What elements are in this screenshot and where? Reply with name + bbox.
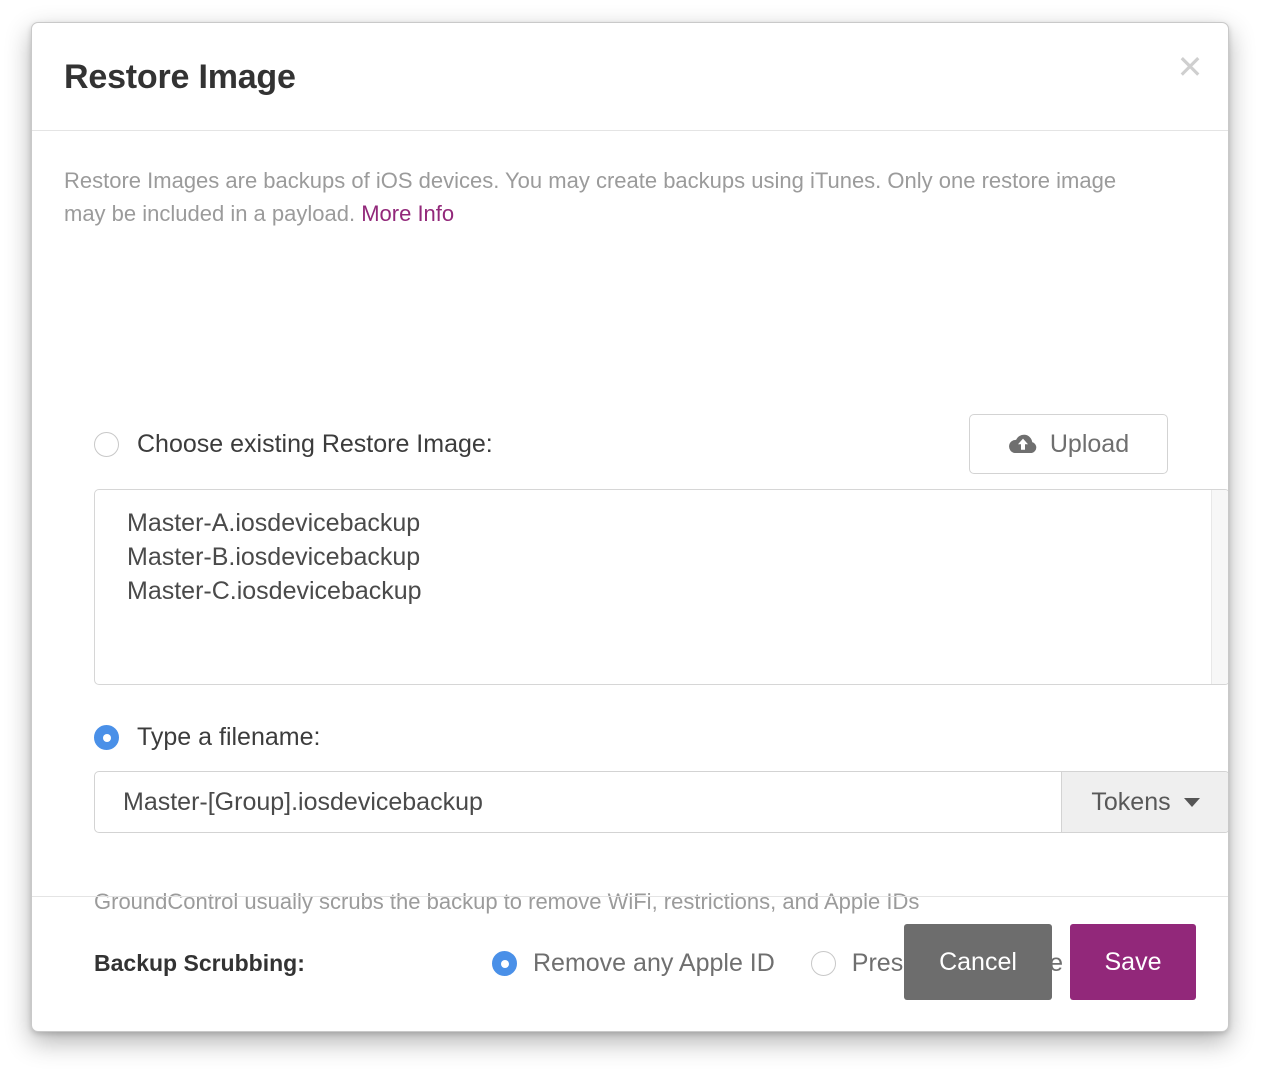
choose-existing-control[interactable]: Choose existing Restore Image: <box>94 430 493 459</box>
tokens-dropdown-button[interactable]: Tokens <box>1061 772 1228 832</box>
footer-button-group: Cancel Save <box>904 924 1196 1000</box>
radio-choose-existing[interactable] <box>94 431 119 457</box>
restore-image-listbox[interactable]: Master-A.iosdevicebackup Master-B.iosdev… <box>94 489 1228 685</box>
radio-type-filename[interactable] <box>94 725 119 750</box>
chevron-down-icon <box>1183 797 1200 807</box>
type-filename-control[interactable]: Type a filename: <box>94 723 320 752</box>
listbox-scrollbar[interactable] <box>1211 490 1228 684</box>
choose-existing-row: Choose existing Restore Image: Upload <box>94 414 1168 474</box>
upload-button[interactable]: Upload <box>969 414 1168 474</box>
list-item[interactable]: Master-A.iosdevicebackup <box>127 506 1228 540</box>
upload-button-label: Upload <box>1049 429 1130 458</box>
close-icon[interactable]: ✕ <box>1170 47 1210 87</box>
dialog-header: Restore Image ✕ <box>32 23 1228 131</box>
filename-input-group: Tokens <box>94 771 1228 833</box>
choose-existing-label: Choose existing Restore Image: <box>137 429 493 458</box>
cancel-button[interactable]: Cancel <box>904 924 1052 1000</box>
save-button[interactable]: Save <box>1070 924 1196 1000</box>
more-info-link[interactable]: More Info <box>361 201 454 226</box>
filename-input[interactable] <box>95 772 1061 832</box>
type-filename-label: Type a filename: <box>137 723 321 751</box>
intro-sentence: Restore Images are backups of iOS device… <box>64 168 1117 226</box>
dialog-footer: Cancel Save <box>32 896 1228 1031</box>
restore-image-dialog: Restore Image ✕ Restore Images are backu… <box>31 22 1229 1032</box>
intro-text: Restore Images are backups of iOS device… <box>64 131 1154 230</box>
page-title: Restore Image <box>64 58 296 96</box>
list-item[interactable]: Master-C.iosdevicebackup <box>127 574 1228 608</box>
cloud-upload-icon <box>1008 433 1038 456</box>
tokens-button-label: Tokens <box>1091 787 1171 816</box>
dialog-body: Restore Images are backups of iOS device… <box>32 131 1228 977</box>
list-item[interactable]: Master-B.iosdevicebackup <box>127 540 1228 574</box>
restore-image-list: Master-A.iosdevicebackup Master-B.iosdev… <box>95 490 1228 608</box>
